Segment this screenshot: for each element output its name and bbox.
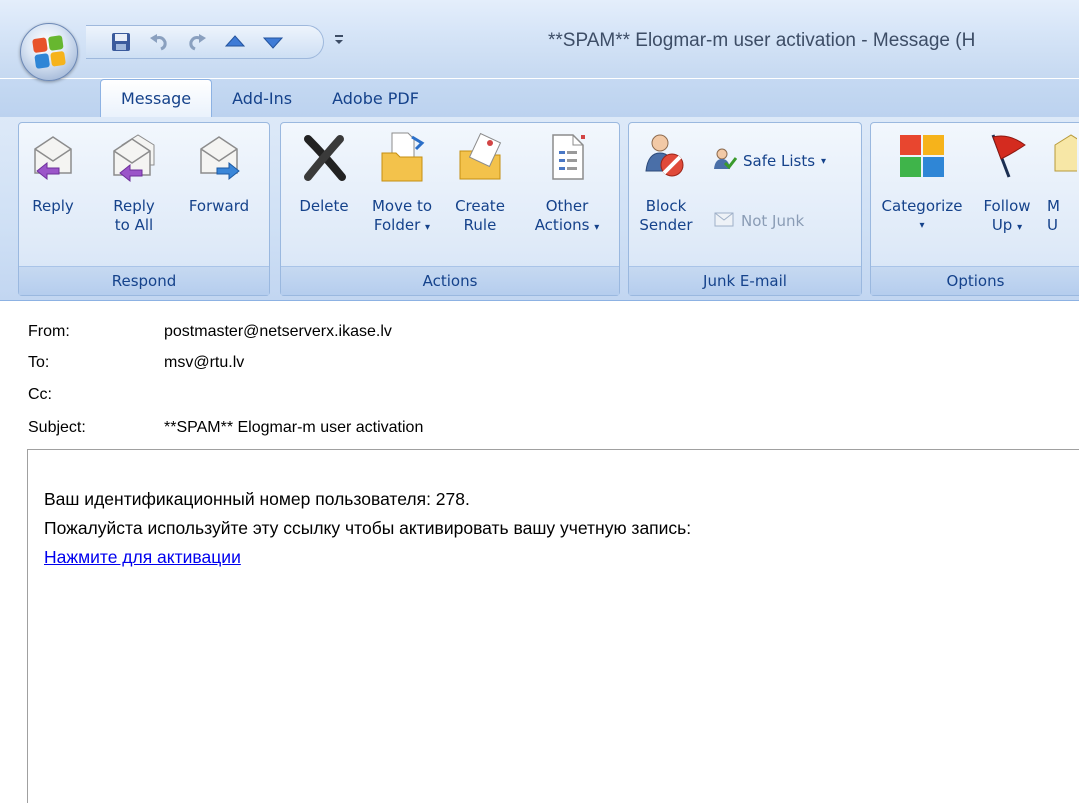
- junk-email-group: Block Sender Safe Lists ▾ Not Junk Junk …: [628, 122, 862, 296]
- from-label: From:: [28, 323, 70, 340]
- safe-lists-icon: [713, 147, 738, 175]
- tab-message[interactable]: Message: [100, 79, 213, 117]
- forward-button[interactable]: Forward: [179, 131, 259, 216]
- tab-add-ins[interactable]: Add-Ins: [212, 79, 312, 117]
- create-rule-label-2: Rule: [463, 216, 497, 234]
- forward-label: Forward: [188, 197, 250, 215]
- move-to-label-2: Folder ▾: [373, 216, 431, 234]
- to-label: To:: [28, 354, 50, 371]
- create-rule-button[interactable]: Create Rule: [447, 131, 513, 235]
- block-sender-icon: [642, 131, 690, 183]
- chevron-down-icon: ▾: [425, 222, 431, 233]
- office-button[interactable]: [20, 23, 78, 81]
- actions-group: Delete Move to Folder ▾ Create Rule Othe…: [280, 122, 620, 296]
- chevron-down-icon: ▾: [821, 155, 827, 167]
- cc-label: Cc:: [28, 386, 52, 403]
- mark-unread-button[interactable]: M U: [1047, 131, 1079, 235]
- create-rule-label-1: Create: [455, 197, 505, 215]
- follow-up-label-2: Up ▾: [991, 216, 1023, 234]
- chevron-down-icon: ▾: [594, 222, 600, 233]
- options-group: Categorize ▾ Follow Up ▾ M U Options: [870, 122, 1079, 296]
- customize-toolbar-dropdown[interactable]: [332, 29, 348, 53]
- delete-icon: [300, 131, 348, 183]
- window-title: **SPAM** Elogmar-m user activation - Mes…: [548, 30, 976, 51]
- mark-unread-label-1: M: [1047, 197, 1060, 215]
- other-actions-label-1: Other: [545, 197, 589, 215]
- other-actions-icon: [543, 131, 591, 183]
- mark-unread-icon: [1047, 131, 1079, 183]
- options-group-label: Options: [871, 266, 1079, 295]
- categorize-label: Categorize: [881, 197, 963, 215]
- message-header: From: postmaster@netserverx.ikase.lv To:…: [0, 303, 1079, 449]
- reply-label: Reply: [32, 197, 74, 215]
- message-body[interactable]: Ваш идентификационный номер пользователя…: [27, 449, 1079, 803]
- create-rule-icon: [456, 131, 504, 183]
- ribbon-tabs: Message Add-Ins Adobe PDF: [100, 79, 439, 117]
- body-line-instructions: Пожалуйста используйте эту ссылку чтобы …: [44, 518, 692, 538]
- follow-up-flag-icon: [983, 131, 1031, 183]
- to-value[interactable]: msv@rtu.lv: [164, 354, 244, 372]
- block-sender-label-2: Sender: [639, 216, 693, 234]
- actions-group-label: Actions: [281, 266, 619, 295]
- ribbon: Reply Reply to All Forward Respond Delet…: [0, 117, 1079, 301]
- other-actions-label-2: Actions ▾: [534, 216, 600, 234]
- safe-lists-button[interactable]: Safe Lists ▾: [713, 147, 826, 175]
- respond-group-label: Respond: [19, 266, 269, 295]
- block-sender-label-1: Block: [645, 197, 687, 215]
- forward-icon: [195, 131, 243, 183]
- undo-icon[interactable]: [146, 29, 172, 55]
- move-to-folder-icon: [378, 131, 426, 183]
- save-icon[interactable]: [108, 29, 134, 55]
- not-junk-button[interactable]: Not Junk: [713, 209, 804, 233]
- previous-item-icon[interactable]: [222, 29, 248, 55]
- move-to-folder-button[interactable]: Move to Folder ▾: [365, 131, 439, 237]
- not-junk-label: Not Junk: [741, 212, 805, 230]
- subject-value: **SPAM** Elogmar-m user activation: [164, 419, 424, 436]
- junk-email-group-label: Junk E-mail: [629, 266, 861, 295]
- categorize-button[interactable]: Categorize ▾: [877, 131, 967, 235]
- follow-up-label-1: Follow: [983, 197, 1031, 215]
- reply-all-label-1: Reply: [113, 197, 155, 215]
- next-item-icon[interactable]: [260, 29, 286, 55]
- tab-adobe-pdf[interactable]: Adobe PDF: [312, 79, 439, 117]
- mark-unread-label-2: U: [1047, 216, 1058, 234]
- safe-lists-label: Safe Lists: [743, 152, 816, 170]
- reply-all-icon: [110, 131, 158, 183]
- reply-all-label-2: to All: [114, 216, 154, 234]
- quick-access-toolbar: [86, 25, 324, 59]
- office-logo-icon: [32, 35, 66, 69]
- reply-all-button[interactable]: Reply to All: [99, 131, 169, 235]
- delete-label: Delete: [299, 197, 349, 215]
- follow-up-button[interactable]: Follow Up ▾: [971, 131, 1043, 237]
- reply-button[interactable]: Reply: [23, 131, 83, 216]
- chevron-down-icon: ▾: [919, 220, 925, 231]
- activation-link[interactable]: Нажмите для активации: [44, 547, 241, 567]
- redo-icon[interactable]: [184, 29, 210, 55]
- title-bar: **SPAM** Elogmar-m user activation - Mes…: [0, 0, 1079, 81]
- delete-button[interactable]: Delete: [291, 131, 357, 216]
- other-actions-button[interactable]: Other Actions ▾: [525, 131, 609, 237]
- not-junk-icon: [713, 209, 735, 233]
- reply-icon: [29, 131, 77, 183]
- categorize-icon: [898, 131, 946, 183]
- chevron-down-icon: ▾: [1017, 222, 1023, 233]
- move-to-label-1: Move to: [371, 197, 433, 215]
- respond-group: Reply Reply to All Forward Respond: [18, 122, 270, 296]
- body-line-user-id: Ваш идентификационный номер пользователя…: [44, 489, 470, 509]
- from-value[interactable]: postmaster@netserverx.ikase.lv: [164, 323, 392, 341]
- subject-label: Subject:: [28, 419, 86, 436]
- block-sender-button[interactable]: Block Sender: [635, 131, 697, 235]
